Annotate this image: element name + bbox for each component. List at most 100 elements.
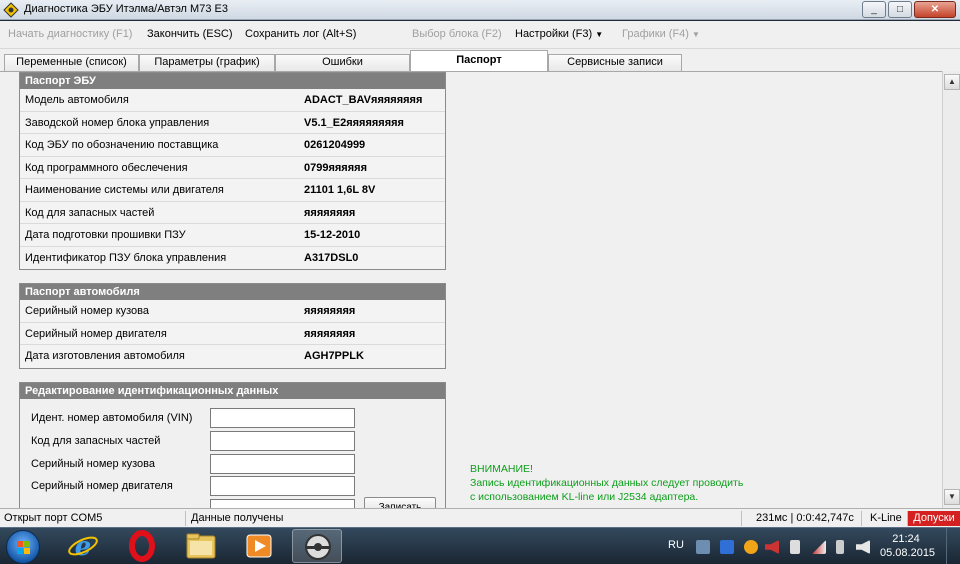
close-button[interactable]: ✕ — [914, 1, 956, 18]
row-label: Дата изготовления автомобиля — [25, 350, 185, 362]
maximize-button[interactable]: □ — [888, 1, 912, 18]
edit-ident-panel: Редактирование идентификационных данных … — [19, 382, 446, 508]
ecu-passport-header: Паспорт ЭБУ — [20, 73, 445, 89]
car-passport-panel: Паспорт автомобиля Серийный номер кузова… — [19, 283, 446, 369]
tab-variables-list[interactable]: Переменные (список) — [4, 54, 139, 71]
row-label: Код ЭБУ по обозначению поставщика — [25, 139, 219, 151]
taskbar-explorer[interactable] — [176, 529, 226, 563]
engine-serial-label: Серийный номер двигателя — [31, 480, 173, 492]
save-log-button[interactable]: Сохранить лог (Alt+S) — [245, 28, 356, 40]
start-button[interactable] — [6, 530, 40, 564]
battery-icon[interactable] — [836, 540, 844, 554]
status-line: K-Line — [866, 511, 908, 526]
language-indicator[interactable]: RU — [668, 539, 684, 551]
row-value: AGH7PPLK — [304, 350, 364, 362]
taskbar-media-player[interactable] — [234, 529, 284, 563]
clock-time: 21:24 — [892, 533, 920, 545]
taskbar-diagnostics-app[interactable] — [292, 529, 342, 563]
warning-line: Запись идентификационных данных следует … — [470, 477, 744, 489]
finish-button[interactable]: Закончить (ESC) — [147, 28, 233, 40]
table-row: Модель автомобиля ADACT_BAVяяяяяяяя — [20, 89, 445, 112]
title-bar: Диагностика ЭБУ Итэлма/Автэл М73 Е3 _ □ … — [0, 0, 960, 20]
table-row: Заводской номер блока управления V5.1_E2я… — [20, 111, 445, 134]
folder-icon — [186, 533, 216, 559]
chevron-down-icon: ▼ — [595, 30, 604, 39]
body-serial-label: Серийный номер кузова — [31, 458, 156, 470]
tab-passport[interactable]: Паспорт — [410, 50, 548, 71]
body-serial-input[interactable] — [210, 454, 355, 474]
tab-errors[interactable]: Ошибки — [275, 54, 410, 71]
minimize-button[interactable]: _ — [862, 1, 886, 18]
tab-parameters-graph[interactable]: Параметры (график) — [139, 54, 275, 71]
table-row: Код программного обеслечения 0799яяяяяя — [20, 156, 445, 179]
opera-icon — [129, 530, 155, 562]
vin-label: Идент. номер автомобиля (VIN) — [31, 412, 193, 424]
volume-icon[interactable] — [856, 540, 870, 554]
table-row: Код ЭБУ по обозначению поставщика 0261204… — [20, 134, 445, 157]
row-label: Идентификатор ПЗУ блока управления — [25, 251, 227, 264]
update-icon[interactable] — [744, 540, 758, 554]
spare-code-input[interactable] — [210, 431, 355, 451]
row-label: Код программного обеслечения — [25, 161, 188, 174]
tab-service-records[interactable]: Сервисные записи — [548, 54, 682, 71]
internet-explorer-icon: e — [68, 532, 98, 562]
graphs-menu[interactable]: Графики (F4) ▼ — [622, 28, 700, 40]
write-button[interactable]: Записать — [364, 497, 436, 508]
start-diagnostics-button[interactable]: Начать диагностику (F1) — [8, 28, 132, 40]
bluetooth-icon[interactable] — [720, 540, 734, 554]
scroll-up-icon[interactable]: ▲ — [944, 74, 960, 90]
ecu-passport-panel: Паспорт ЭБУ Модель автомобиля ADACT_BAVяя… — [19, 72, 446, 270]
row-label: Серийный номер двигателя — [25, 327, 167, 340]
row-value: A317DSL0 — [304, 251, 359, 264]
system-clock[interactable]: 21:24 05.08.2015 — [880, 532, 935, 560]
edit-ident-header: Редактирование идентификационных данных — [20, 383, 445, 399]
row-value: яяяяяяяя — [304, 206, 356, 219]
vertical-scrollbar[interactable]: ▲ ▼ — [942, 71, 960, 508]
spare-code-label: Код для запасных частей — [31, 435, 161, 447]
table-row: Дата изготовления автомобиля AGH7PPLK — [20, 345, 445, 368]
select-block-button[interactable]: Выбор блока (F2) — [412, 28, 502, 40]
signal-icon[interactable] — [812, 540, 826, 554]
engine-serial-field-row: Серийный номер двигателя — [20, 475, 445, 497]
show-desktop-button[interactable] — [946, 528, 960, 564]
row-label: Модель автомобиля — [25, 94, 129, 106]
taskbar-opera[interactable] — [117, 529, 167, 563]
steering-wheel-icon — [305, 534, 331, 560]
row-value: 15-12-2010 — [304, 229, 361, 241]
passport-content: Паспорт ЭБУ Модель автомобиля ADACT_BAVяя… — [0, 71, 942, 508]
row-value: V5.1_E2яяяяяяяяя — [304, 116, 404, 129]
table-row: Идентификатор ПЗУ блока управления A317DS… — [20, 246, 445, 269]
table-row: Наименование системы или двигателя 21101 … — [20, 179, 445, 202]
table-row: Серийный номер кузова яяяяяяяя — [20, 300, 445, 323]
table-row: Код для запасных частей яяяяяяяя — [20, 201, 445, 224]
app-logo-icon — [3, 2, 19, 18]
engine-serial-input[interactable] — [210, 476, 355, 496]
windows-logo-icon — [17, 541, 31, 555]
settings-menu-label: Настройки (F3) — [515, 28, 593, 40]
status-bar: Открыт порт COM5 Данные получены 231мс |… — [0, 508, 960, 527]
warning-line: с использованием KL-line или J2534 адапт… — [470, 491, 699, 503]
audio-device-icon[interactable] — [765, 540, 779, 554]
row-label: Заводской номер блока управления — [25, 116, 210, 129]
taskbar: e RU 21:24 05.08.2015 — [0, 527, 960, 564]
date-input[interactable] — [210, 499, 355, 508]
row-value: 21101 1,6L 8V — [304, 184, 376, 196]
network-tools-icon[interactable] — [696, 540, 710, 554]
flag-icon[interactable] — [790, 540, 800, 554]
status-alert-badge: Допуски — [908, 511, 960, 526]
vin-input[interactable] — [210, 408, 355, 428]
tab-bar: Переменные (список) Параметры (график) О… — [0, 49, 960, 71]
car-passport-header: Паспорт автомобиля — [20, 284, 445, 300]
row-value: ADACT_BAVяяяяяяяя — [304, 94, 423, 106]
window-title: Диагностика ЭБУ Итэлма/Автэл М73 Е3 — [24, 3, 228, 15]
row-label: Серийный номер кузова — [25, 305, 150, 317]
scroll-down-icon[interactable]: ▼ — [944, 489, 960, 505]
settings-menu[interactable]: Настройки (F3) ▼ — [515, 28, 603, 40]
status-port: Открыт порт COM5 — [0, 511, 186, 526]
table-row: Дата подготовки прошивки ПЗУ 15-12-2010 — [20, 224, 445, 247]
svg-text:e: e — [75, 532, 92, 562]
row-label: Код для запасных частей — [25, 206, 155, 219]
media-player-icon — [246, 534, 272, 558]
taskbar-ie[interactable]: e — [58, 529, 108, 563]
row-value: яяяяяяяя — [304, 305, 356, 317]
